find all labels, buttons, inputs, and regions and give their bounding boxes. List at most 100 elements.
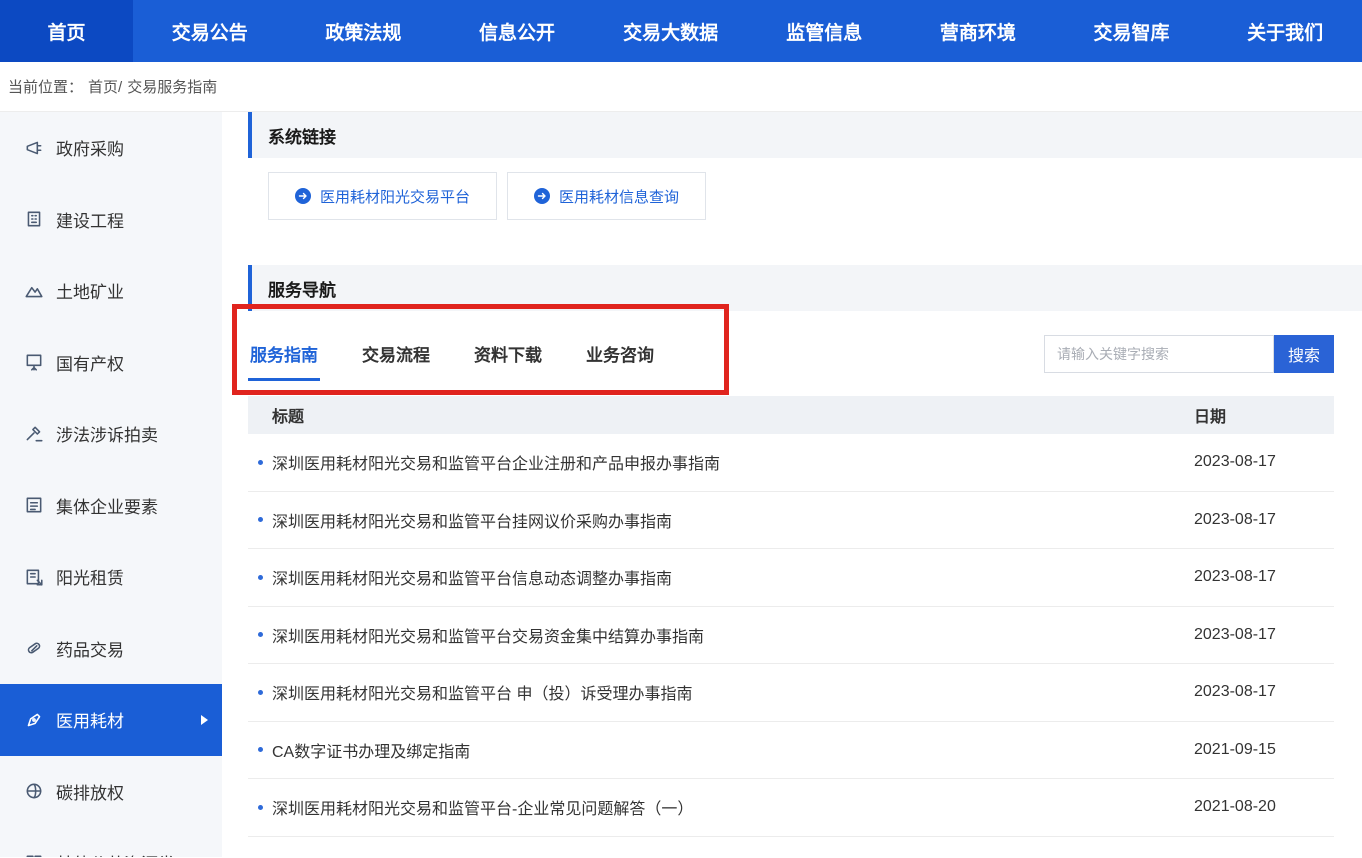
sidebar-item-label: 政府采购 (56, 135, 124, 160)
table-row[interactable]: 深圳医用耗材阳光交易和监管平台 申（投）诉受理办事指南 2023-08-17 (248, 664, 1334, 722)
row-title-link[interactable]: 深圳医用耗材阳光交易和监管平台-企业常见问题解答（一） (272, 795, 693, 819)
table-row[interactable]: CA数字证书办理及绑定指南 2021-09-15 (248, 722, 1334, 780)
dot-bullet-icon (258, 575, 263, 580)
row-title-link[interactable]: 深圳医用耗材阳光交易和监管平台挂网议价采购办事指南 (272, 508, 672, 532)
row-date: 2023-08-17 (1194, 511, 1334, 529)
sidebar-item-judicial-auction[interactable]: 涉法涉诉拍卖 (0, 398, 222, 470)
lease-document-icon (24, 567, 44, 587)
building-icon (24, 209, 44, 229)
breadcrumb: 当前位置： 首页/ 交易服务指南 (0, 62, 1362, 112)
four-squares-icon (24, 853, 44, 857)
row-title-link[interactable]: 深圳医用耗材阳光交易和监管平台企业注册和产品申报办事指南 (272, 450, 720, 474)
search-button[interactable]: 搜索 (1274, 335, 1334, 373)
sidebar-item-medical-consumables[interactable]: 医用耗材 (0, 684, 222, 756)
table-row[interactable]: 深圳医用耗材阳光交易和监管平台挂网议价采购办事指南 2023-08-17 (248, 492, 1334, 550)
tab-trade-process[interactable]: 交易流程 (360, 327, 432, 381)
nav-item-home[interactable]: 首页 (0, 0, 133, 62)
row-date: 2021-09-15 (1194, 741, 1334, 759)
document-grid-icon (24, 495, 44, 515)
nav-item-trade-announcements[interactable]: 交易公告 (133, 0, 287, 62)
link-label: 医用耗材信息查询 (559, 186, 679, 207)
search-bar: 搜索 (1044, 335, 1334, 373)
row-date: 2023-08-17 (1194, 453, 1334, 471)
sidebar-item-label: 建设工程 (56, 207, 124, 232)
tab-service-guide[interactable]: 服务指南 (248, 327, 320, 381)
nav-item-policies[interactable]: 政策法规 (287, 0, 441, 62)
pen-nib-icon (24, 710, 44, 730)
sidebar-item-label: 其他公共资源类 (56, 850, 175, 857)
table-row[interactable]: 深圳医用耗材阳光交易和监管平台交易资金集中结算办事指南 2023-08-17 (248, 607, 1334, 665)
tabs-row: 服务指南 交易流程 资料下载 业务咨询 搜索 (248, 311, 1362, 396)
sidebar-item-label: 集体企业要素 (56, 493, 158, 518)
table-row[interactable]: 深圳医用耗材阳光交易和监管平台企业注册和产品申报办事指南 2023-08-17 (248, 434, 1334, 492)
breadcrumb-current: 交易服务指南 (127, 76, 217, 97)
sidebar-item-label: 国有产权 (56, 350, 124, 375)
nav-item-business-environment[interactable]: 营商环境 (901, 0, 1055, 62)
nav-item-information-disclosure[interactable]: 信息公开 (440, 0, 594, 62)
dot-bullet-icon (258, 690, 263, 695)
nav-item-supervision-info[interactable]: 监管信息 (748, 0, 902, 62)
nav-item-trade-bigdata[interactable]: 交易大数据 (594, 0, 748, 62)
row-title-link[interactable]: 深圳医用耗材阳光交易和监管平台 申（投）诉受理办事指南 (272, 680, 692, 704)
arrow-circle-icon (534, 188, 550, 204)
mountain-icon (24, 281, 44, 301)
dot-bullet-icon (258, 517, 263, 522)
row-date: 2023-08-17 (1194, 568, 1334, 586)
table-header-row: 标题 日期 (248, 396, 1334, 434)
table-row[interactable]: 深圳医用耗材阳光交易和监管平台-企业常见问题解答（一） 2021-08-20 (248, 779, 1334, 837)
sidebar-item-sunshine-lease[interactable]: 阳光租赁 (0, 541, 222, 613)
megaphone-icon (24, 138, 44, 158)
row-date: 2021-08-20 (1194, 798, 1334, 816)
nav-item-about-us[interactable]: 关于我们 (1208, 0, 1362, 62)
dot-bullet-icon (258, 632, 263, 637)
sidebar-item-label: 医用耗材 (56, 707, 124, 732)
sidebar-item-collective-enterprise[interactable]: 集体企业要素 (0, 470, 222, 542)
breadcrumb-home-link[interactable]: 首页/ (88, 76, 122, 97)
section-header-service-nav: 服务导航 (248, 265, 1362, 311)
sidebar-item-label: 阳光租赁 (56, 564, 124, 589)
sidebar-item-drug-trading[interactable]: 药品交易 (0, 613, 222, 685)
column-header-title: 标题 (248, 403, 1194, 427)
breadcrumb-label: 当前位置： (8, 76, 83, 97)
guide-list-table: 标题 日期 深圳医用耗材阳光交易和监管平台企业注册和产品申报办事指南 2023-… (248, 396, 1334, 837)
section-header-system-links: 系统链接 (248, 112, 1362, 158)
sidebar-item-other-public-resources[interactable]: 其他公共资源类 (0, 827, 222, 857)
row-title-link[interactable]: 深圳医用耗材阳光交易和监管平台交易资金集中结算办事指南 (272, 623, 704, 647)
sidebar-item-state-owned-property[interactable]: 国有产权 (0, 327, 222, 399)
certificate-icon (24, 352, 44, 372)
sidebar-item-land-mining[interactable]: 土地矿业 (0, 255, 222, 327)
globe-icon (24, 781, 44, 801)
top-nav: 首页 交易公告 政策法规 信息公开 交易大数据 监管信息 营商环境 交易智库 关… (0, 0, 1362, 62)
section-title: 服务导航 (268, 276, 336, 301)
sidebar: 政府采购 建设工程 土地矿业 国有产权 涉法涉诉拍卖 (0, 112, 222, 857)
row-date: 2023-08-17 (1194, 683, 1334, 701)
search-input[interactable] (1044, 335, 1274, 373)
sidebar-item-construction-engineering[interactable]: 建设工程 (0, 184, 222, 256)
sidebar-item-government-procurement[interactable]: 政府采购 (0, 112, 222, 184)
link-label: 医用耗材阳光交易平台 (320, 186, 470, 207)
sidebar-item-carbon-emission[interactable]: 碳排放权 (0, 756, 222, 828)
main-content: 系统链接 医用耗材阳光交易平台 医用耗材信息查询 服务导航 服务指南 交 (222, 112, 1362, 857)
section-title: 系统链接 (268, 123, 336, 148)
sidebar-item-label: 药品交易 (56, 636, 124, 661)
row-title-link[interactable]: CA数字证书办理及绑定指南 (272, 738, 470, 762)
link-medical-consumables-info-query[interactable]: 医用耗材信息查询 (507, 172, 706, 220)
sidebar-item-label: 碳排放权 (56, 779, 124, 804)
pill-icon (24, 638, 44, 658)
link-medical-consumables-trading-platform[interactable]: 医用耗材阳光交易平台 (268, 172, 497, 220)
triangle-right-icon (201, 715, 208, 725)
tab-business-consulting[interactable]: 业务咨询 (584, 327, 656, 381)
sidebar-item-label: 土地矿业 (56, 278, 124, 303)
row-title-link[interactable]: 深圳医用耗材阳光交易和监管平台信息动态调整办事指南 (272, 565, 672, 589)
column-header-date: 日期 (1194, 403, 1334, 427)
tab-downloads[interactable]: 资料下载 (472, 327, 544, 381)
dot-bullet-icon (258, 460, 263, 465)
arrow-circle-icon (295, 188, 311, 204)
gavel-icon (24, 424, 44, 444)
system-links-row: 医用耗材阳光交易平台 医用耗材信息查询 (248, 158, 1362, 265)
dot-bullet-icon (258, 805, 263, 810)
service-tabs: 服务指南 交易流程 资料下载 业务咨询 (248, 327, 656, 381)
nav-item-trade-thinktank[interactable]: 交易智库 (1055, 0, 1209, 62)
table-row[interactable]: 深圳医用耗材阳光交易和监管平台信息动态调整办事指南 2023-08-17 (248, 549, 1334, 607)
row-date: 2023-08-17 (1194, 626, 1334, 644)
